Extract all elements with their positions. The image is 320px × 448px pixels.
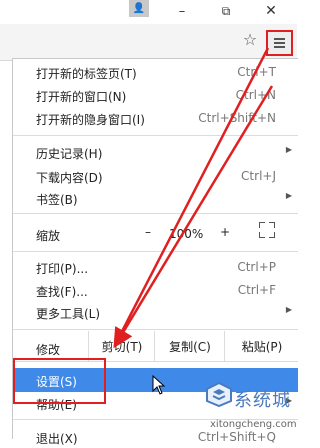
menu-item-find[interactable]: 查找(F)... Ctrl+F	[13, 279, 298, 301]
fullscreen-icon[interactable]	[259, 222, 275, 238]
copy-button[interactable]: 复制(C)	[154, 331, 225, 361]
user-icon[interactable]: 👤	[129, 0, 149, 17]
menu-item-label: 打开新的隐身窗口(I)	[36, 113, 145, 127]
menu-item-shortcut: Ctrl+J	[241, 169, 276, 183]
menu-item-new-window[interactable]: 打开新的窗口(N) Ctrl+N	[13, 84, 298, 106]
close-button[interactable]: ✕	[258, 0, 284, 22]
menu-divider	[13, 135, 298, 136]
zoom-in-button[interactable]: +	[218, 225, 232, 239]
menu-line-icon	[274, 46, 285, 48]
edit-row: 修改 剪切(T) 复制(C) 粘贴(P)	[13, 331, 298, 361]
submenu-arrow-icon: ▶	[285, 305, 292, 314]
menu-item-label: 打开新的标签页(T)	[36, 67, 137, 81]
restore-button[interactable]: ⧉	[213, 0, 239, 22]
menu-item-label: 退出(X)	[36, 432, 78, 446]
mouse-cursor-icon	[152, 375, 166, 395]
chrome-menu-button[interactable]	[266, 30, 293, 56]
watermark-brand: 系统城	[234, 390, 291, 411]
menu-item-print[interactable]: 打印(P)... Ctrl+P	[13, 256, 298, 278]
menu-item-shortcut: Ctrl+P	[237, 260, 276, 274]
menu-item-history[interactable]: 历史记录(H) ▶	[13, 141, 298, 163]
menu-line-icon	[274, 42, 285, 44]
menu-item-new-tab[interactable]: 打开新的标签页(T) Ctrl+T	[13, 61, 298, 83]
menu-item-new-incognito[interactable]: 打开新的隐身窗口(I) Ctrl+Shift+N	[13, 107, 298, 129]
menu-item-shortcut: Ctrl+F	[237, 283, 276, 297]
menu-item-shortcut: Ctrl+N	[235, 88, 276, 102]
paste-button[interactable]: 粘贴(P)	[224, 331, 299, 361]
menu-item-label: 打印(P)...	[36, 262, 89, 276]
zoom-value: 100%	[169, 227, 204, 241]
menu-item-label: 历史记录(H)	[36, 147, 103, 161]
zoom-label: 缩放	[36, 229, 61, 243]
menu-item-label: 查找(F)...	[36, 285, 88, 299]
menu-item-label: 下载内容(D)	[36, 171, 103, 185]
menu-item-label: 更多工具(L)	[36, 307, 101, 321]
annotation-highlight-box	[13, 358, 106, 404]
submenu-arrow-icon: ▶	[285, 191, 292, 200]
menu-item-more-tools[interactable]: 更多工具(L) ▶	[13, 301, 298, 323]
cut-button[interactable]: 剪切(T)	[88, 331, 155, 361]
submenu-arrow-icon: ▶	[285, 145, 292, 154]
menu-divider	[13, 213, 298, 214]
watermark-url: xitongcheng.com	[210, 419, 297, 430]
menu-divider	[13, 251, 298, 252]
menu-line-icon	[274, 38, 285, 40]
menu-item-shortcut: Ctrl+Shift+Q	[197, 430, 276, 444]
menu-item-bookmarks[interactable]: 书签(B) ▶	[13, 187, 298, 209]
window-titlebar: 👤 – ⧉ ✕	[0, 0, 297, 24]
menu-item-shortcut: Ctrl+Shift+N	[198, 111, 276, 125]
minimize-button[interactable]: –	[169, 0, 195, 22]
menu-item-shortcut: Ctrl+T	[237, 65, 276, 79]
menu-item-label: 打开新的窗口(N)	[36, 90, 127, 104]
watermark-logo-icon	[206, 381, 232, 407]
edit-label: 修改	[36, 343, 61, 357]
bookmark-star-icon[interactable]: ☆	[241, 31, 259, 49]
menu-divider	[13, 329, 298, 330]
menu-item-downloads[interactable]: 下载内容(D) Ctrl+J	[13, 165, 298, 187]
zoom-out-button[interactable]: –	[142, 225, 154, 239]
menu-item-label: 书签(B)	[36, 193, 78, 207]
